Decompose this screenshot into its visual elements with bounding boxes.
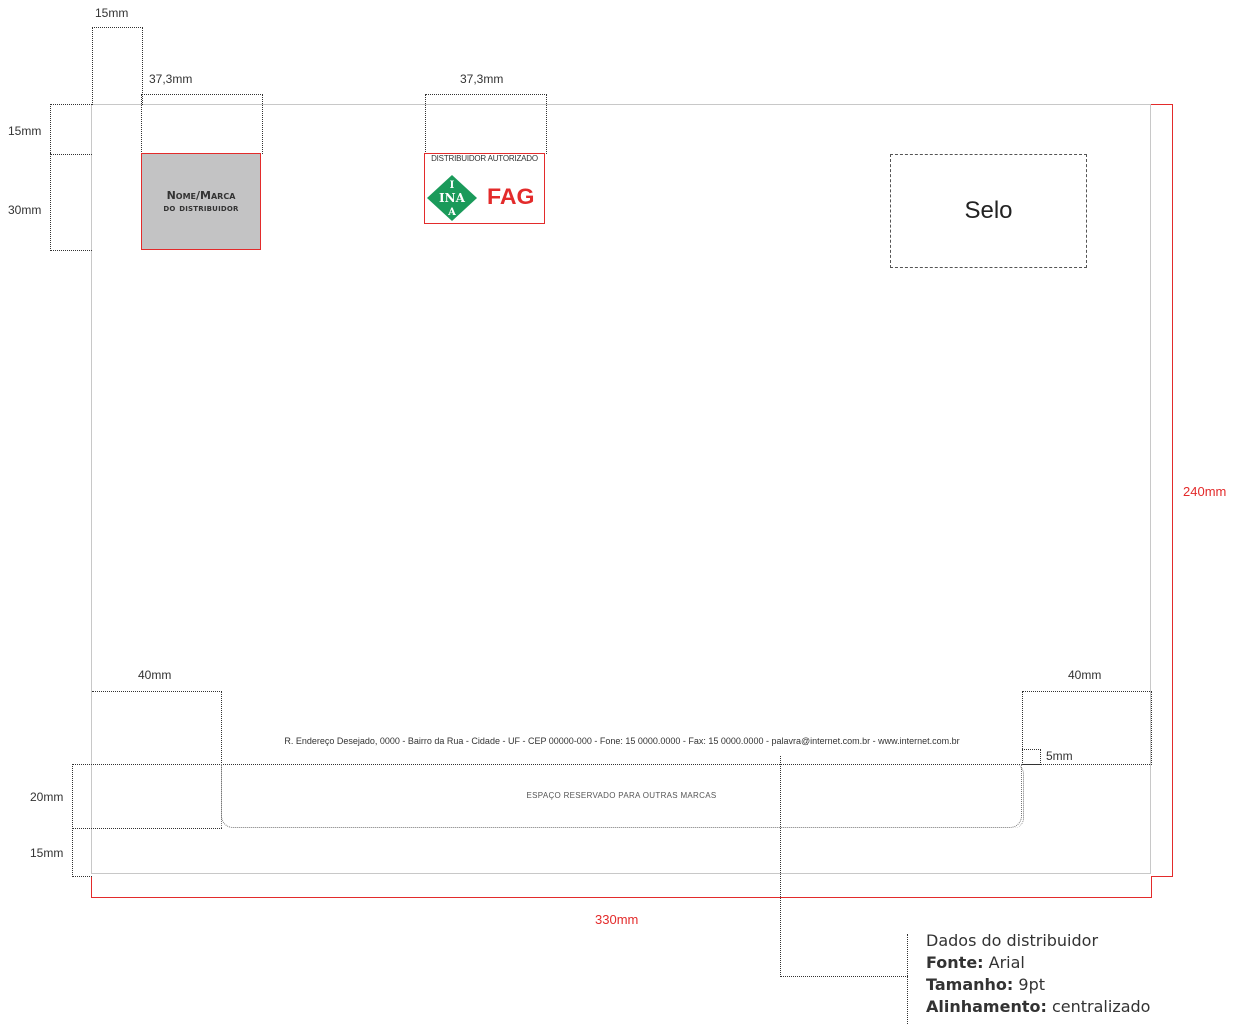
top-margin-guide (92, 27, 143, 105)
authorized-distributor-title: DISTRIBUIDOR AUTORIZADO (431, 154, 538, 163)
header-height-label: 30mm (8, 203, 42, 217)
footer-left-label: 40mm (138, 668, 172, 682)
authorized-distributor-logo: DISTRIBUIDOR AUTORIZADO INA I A FAG (424, 153, 545, 224)
svg-text:I: I (450, 180, 455, 191)
svg-text:A: A (447, 207, 456, 218)
address-gap-guide (1022, 749, 1041, 765)
footer-right-guide (1022, 691, 1152, 765)
height-marker-bottom (1151, 876, 1173, 877)
logo-width-label: 37,3mm (460, 72, 504, 86)
notes-title: Dados do distribuidor (926, 931, 1099, 950)
header-height-guide (50, 153, 92, 251)
notes-align-value: centralizado (1051, 997, 1151, 1016)
top-margin-label: 15mm (95, 6, 129, 20)
brand-width-label: 37,3mm (149, 72, 193, 86)
seal-label: Selo (964, 197, 1013, 224)
notes-size-key: Tamanho: (926, 975, 1014, 994)
ina-logo-icon: INA I A (427, 175, 477, 221)
reserved-height-label: 20mm (30, 790, 64, 804)
distributor-address-line: R. Endereço Desejado, 0000 - Bairro da R… (284, 736, 960, 746)
distributor-brand-placeholder: Nome/Marca do distribuidor (141, 153, 261, 250)
ina-logo-text: INA (439, 191, 466, 205)
seal-area: Selo (890, 154, 1087, 268)
page-width-label: 330mm (595, 912, 639, 927)
notes-font-row: Fonte: Arial (926, 952, 1150, 974)
reserved-height-guide (72, 764, 222, 829)
header-top-label: 15mm (8, 124, 42, 138)
height-marker-top (1151, 104, 1173, 105)
notes-font-value: Arial (988, 953, 1025, 972)
height-marker-line (1172, 104, 1173, 877)
address-gap-label: 5mm (1046, 749, 1073, 763)
notes-font-key: Fonte: (926, 953, 984, 972)
header-top-guide (50, 104, 92, 155)
footer-right-label: 40mm (1068, 668, 1102, 682)
page-height-label: 240mm (1183, 484, 1227, 499)
notes-align-row: Alinhamento: centralizado (926, 996, 1150, 1018)
bottom-margin-guide (72, 828, 92, 877)
distributor-data-notes: Dados do distribuidor Fonte: Arial Taman… (926, 930, 1150, 1018)
notes-size-row: Tamanho: 9pt (926, 974, 1150, 996)
footer-left-guide (92, 691, 222, 765)
notes-bracket (907, 934, 908, 1024)
brand-width-guide (141, 94, 263, 154)
width-marker-right (1151, 876, 1152, 898)
logo-width-guide (425, 94, 547, 154)
brand-line1: Nome/Marca (166, 188, 236, 202)
bottom-margin-label: 15mm (30, 846, 64, 860)
notes-size-value: 9pt (1018, 975, 1045, 994)
notes-align-key: Alinhamento: (926, 997, 1047, 1016)
fag-logo-text: FAG (487, 184, 535, 209)
brand-line2: do distribuidor (163, 202, 239, 214)
notes-leader-line (780, 756, 908, 977)
width-marker-line (91, 897, 1152, 898)
width-marker-left (91, 876, 92, 898)
